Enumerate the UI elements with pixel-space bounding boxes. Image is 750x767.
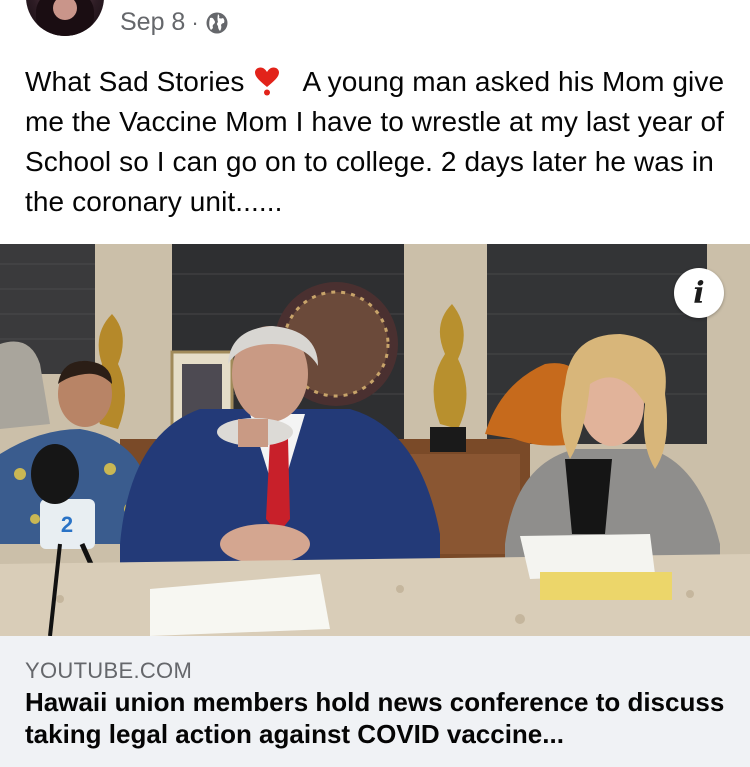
post-header: Sep 8 · bbox=[0, 0, 750, 50]
globe-icon bbox=[206, 12, 228, 33]
post-text-intro: What Sad Stories bbox=[25, 66, 245, 97]
meta-separator: · bbox=[191, 9, 199, 35]
link-domain: YOUTUBE.COM bbox=[25, 658, 193, 683]
post-text: What Sad Stories A young man asked his M… bbox=[25, 62, 725, 222]
post-meta: Sep 8 · bbox=[120, 8, 229, 37]
link-title[interactable]: Hawaii union members hold news conferenc… bbox=[25, 686, 730, 750]
link-preview[interactable]: YOUTUBE.COM Hawaii union members hold ne… bbox=[0, 636, 750, 767]
mic-logo: 2 bbox=[61, 512, 73, 537]
heart-exclamation-icon bbox=[255, 67, 280, 96]
press-conference-image: 2 bbox=[0, 244, 750, 636]
info-button[interactable]: i bbox=[674, 268, 724, 318]
post-date[interactable]: Sep 8 bbox=[120, 8, 185, 37]
avatar[interactable] bbox=[26, 0, 104, 36]
video-thumbnail[interactable]: 2 i bbox=[0, 244, 750, 636]
